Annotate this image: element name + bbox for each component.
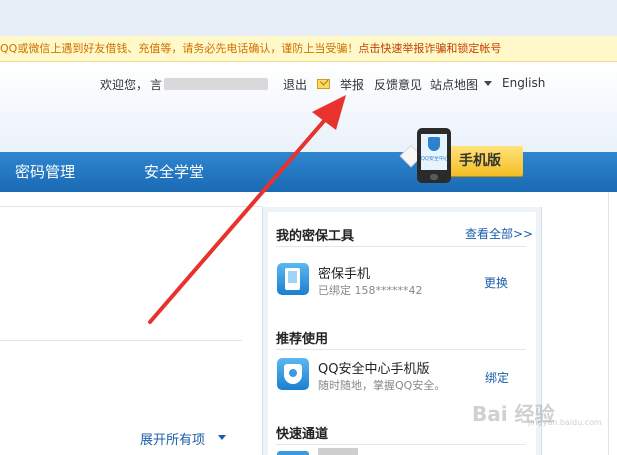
phone-screen: QQ安全中心 [421,134,447,170]
notice-bar: QQ或微信上遇到好友借钱、充值等，请务必先电话确认，谨防上当受骗！点击快速举报诈… [0,36,617,62]
logout-link[interactable]: 退出 [283,76,307,93]
recommend-title[interactable]: QQ安全中心手机版 [318,358,429,377]
section-divider [276,246,526,247]
recommend-section-title: 推荐使用 [276,332,329,347]
tool-title[interactable]: 密保手机 [318,263,370,282]
shield-icon [428,137,440,151]
report-link[interactable]: 举报 [340,76,364,93]
main-content [0,192,262,455]
content-divider-middle [0,340,242,341]
recommend-desc: 随时随地，掌握QQ安全。 [318,379,446,392]
section-divider [276,444,526,445]
language-link[interactable]: English [502,76,545,90]
baidu-watermark-url: jingyan.baidu.com [528,418,602,427]
nav-item-security-school[interactable]: 安全学堂 [144,152,204,192]
notice-warning-text: QQ或微信上遇到好友借钱、充值等，请务必先电话确认，谨防上当受骗！ [0,42,359,55]
username-initial: 言 [150,78,163,92]
badge-label: 手机版 [459,153,501,169]
sitemap-link[interactable]: 站点地图 [430,76,478,93]
content-divider-top [0,206,262,207]
quick-access-title: 快速通道 [276,427,329,442]
phone-icon: QQ安全中心 [417,128,451,183]
right-divider [608,192,609,455]
change-button[interactable]: 更换 [484,274,508,291]
chevron-down-icon[interactable] [484,81,492,86]
view-all-link[interactable]: 查看全部>> [465,225,533,242]
report-fraud-link[interactable]: 点击快速举报诈骗和锁定帐号 [358,42,501,55]
mobile-token-icon[interactable] [277,263,309,295]
expand-all-link[interactable]: 展开所有项 [140,429,205,448]
username-masked [164,78,268,90]
phone-screen-text: QQ安全中心 [421,156,447,162]
top-strip [0,0,617,36]
nav-item-password[interactable]: 密码管理 [15,152,75,192]
welcome-text: 欢迎您， [100,78,149,92]
chevron-down-icon[interactable] [218,435,226,440]
mail-icon[interactable] [317,79,330,89]
quick-access-item[interactable] [318,448,358,455]
tool-status: 已绑定 158******42 [318,284,423,297]
feedback-link[interactable]: 反馈意见 [374,76,422,93]
section-divider [276,349,526,350]
phone-home-button [430,174,438,180]
security-app-icon[interactable] [277,358,309,390]
badge-banner: 手机版 [449,146,523,176]
tools-section-title: 我的密保工具 [276,229,355,244]
mobile-version-badge[interactable]: 手机版 QQ安全中心 [399,128,525,184]
quick-access-icon[interactable] [277,451,309,455]
bind-button[interactable]: 绑定 [485,369,509,386]
